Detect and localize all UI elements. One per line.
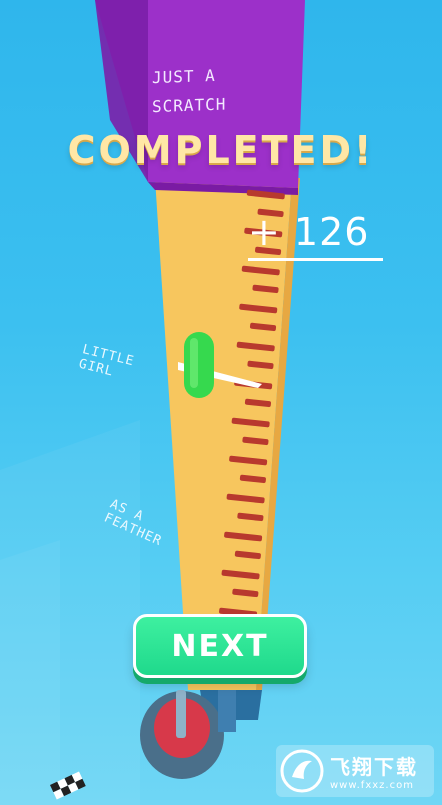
fxxz-logo-icon (280, 749, 324, 793)
score-gain: + 126 (248, 210, 383, 261)
watermark-main: 飞翔下载 (330, 755, 418, 779)
watermark-url: www.fxxz.com (330, 780, 414, 791)
green-pill (184, 332, 214, 398)
watermark: 飞翔下载 www.fxxz.com (276, 745, 434, 797)
next-button[interactable]: NEXT (133, 614, 307, 678)
game-scene: JUST A SCRATCH COMPLETED! + 126 LITTLE G… (0, 0, 442, 805)
ruler-scene-graphic (0, 0, 305, 805)
completed-title: COMPLETED! (67, 128, 375, 172)
